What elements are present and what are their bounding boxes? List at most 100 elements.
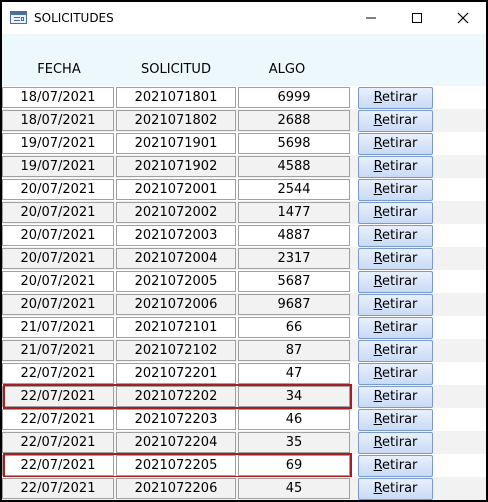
solicitud-field[interactable]: 2021072004 xyxy=(116,248,236,269)
solicitud-field[interactable]: 2021072005 xyxy=(116,271,236,292)
retirar-button[interactable]: Retirar xyxy=(358,432,433,454)
close-icon xyxy=(457,12,469,24)
algo-field[interactable]: 2317 xyxy=(238,248,350,269)
column-header: FECHA SOLICITUD ALGO xyxy=(2,34,486,86)
title-bar[interactable]: SOLICITUDES xyxy=(2,2,486,34)
retirar-button[interactable]: Retirar xyxy=(358,156,433,178)
retirar-button[interactable]: Retirar xyxy=(358,271,433,293)
fecha-field[interactable]: 22/07/2021 xyxy=(2,455,114,476)
retirar-label: etirar xyxy=(382,113,418,128)
solicitud-field[interactable]: 2021072201 xyxy=(116,363,236,384)
solicitud-field[interactable]: 2021072203 xyxy=(116,409,236,430)
solicitud-field[interactable]: 2021071802 xyxy=(116,110,236,131)
table-row: 19/07/2021 2021071901 5698 Retirar xyxy=(2,132,486,155)
fecha-field[interactable]: 22/07/2021 xyxy=(2,478,114,499)
fecha-field[interactable]: 20/07/2021 xyxy=(2,202,114,223)
retirar-button[interactable]: Retirar xyxy=(358,386,433,408)
solicitud-field[interactable]: 2021072101 xyxy=(116,317,236,338)
retirar-accelerator: R xyxy=(373,205,383,220)
retirar-label: etirar xyxy=(382,389,418,404)
algo-field[interactable]: 2688 xyxy=(238,110,350,131)
fecha-field[interactable]: 19/07/2021 xyxy=(2,133,114,154)
retirar-label: etirar xyxy=(382,435,418,450)
algo-field[interactable]: 34 xyxy=(238,386,350,407)
fecha-field[interactable]: 18/07/2021 xyxy=(2,110,114,131)
algo-field[interactable]: 87 xyxy=(238,340,350,361)
table-row: 22/07/2021 2021072205 69 Retirar xyxy=(2,454,486,477)
algo-field[interactable]: 6999 xyxy=(238,87,350,108)
retirar-button[interactable]: Retirar xyxy=(358,110,433,132)
algo-field[interactable]: 5687 xyxy=(238,271,350,292)
table-row: 22/07/2021 2021072202 34 Retirar xyxy=(2,385,486,408)
algo-field[interactable]: 5698 xyxy=(238,133,350,154)
fecha-field[interactable]: 20/07/2021 xyxy=(2,179,114,200)
table-row: 20/07/2021 2021072003 4887 Retirar xyxy=(2,224,486,247)
solicitudes-window: SOLICITUDES FECHA SOLICITUD ALGO 18/07/2… xyxy=(0,0,488,502)
algo-field[interactable]: 9687 xyxy=(238,294,350,315)
algo-field[interactable]: 66 xyxy=(238,317,350,338)
retirar-label: etirar xyxy=(382,228,418,243)
retirar-button[interactable]: Retirar xyxy=(358,248,433,270)
fecha-field[interactable]: 22/07/2021 xyxy=(2,386,114,407)
minimize-button[interactable] xyxy=(348,2,394,34)
maximize-button[interactable] xyxy=(394,2,440,34)
retirar-button[interactable]: Retirar xyxy=(358,133,433,155)
fecha-field[interactable]: 18/07/2021 xyxy=(2,87,114,108)
solicitud-field[interactable]: 2021071801 xyxy=(116,87,236,108)
algo-field[interactable]: 2544 xyxy=(238,179,350,200)
algo-field[interactable]: 47 xyxy=(238,363,350,384)
retirar-button[interactable]: Retirar xyxy=(358,363,433,385)
retirar-accelerator: R xyxy=(373,481,383,496)
retirar-button[interactable]: Retirar xyxy=(358,317,433,339)
solicitud-field[interactable]: 2021072003 xyxy=(116,225,236,246)
retirar-button[interactable]: Retirar xyxy=(358,225,433,247)
solicitud-field[interactable]: 2021071901 xyxy=(116,133,236,154)
retirar-accelerator: R xyxy=(373,136,383,151)
retirar-button[interactable]: Retirar xyxy=(358,455,433,477)
fecha-field[interactable]: 20/07/2021 xyxy=(2,271,114,292)
fecha-field[interactable]: 20/07/2021 xyxy=(2,294,114,315)
solicitud-field[interactable]: 2021072006 xyxy=(116,294,236,315)
close-button[interactable] xyxy=(440,2,486,34)
algo-field[interactable]: 46 xyxy=(238,409,350,430)
retirar-button[interactable]: Retirar xyxy=(358,87,433,109)
solicitud-field[interactable]: 2021072102 xyxy=(116,340,236,361)
algo-field[interactable]: 35 xyxy=(238,432,350,453)
retirar-button[interactable]: Retirar xyxy=(358,179,433,201)
retirar-accelerator: R xyxy=(373,320,383,335)
retirar-label: etirar xyxy=(382,366,418,381)
solicitud-field[interactable]: 2021072002 xyxy=(116,202,236,223)
retirar-accelerator: R xyxy=(373,251,383,266)
fecha-field[interactable]: 22/07/2021 xyxy=(2,432,114,453)
table-row: 18/07/2021 2021071802 2688 Retirar xyxy=(2,109,486,132)
fecha-field[interactable]: 20/07/2021 xyxy=(2,225,114,246)
solicitud-field[interactable]: 2021072204 xyxy=(116,432,236,453)
algo-field[interactable]: 4887 xyxy=(238,225,350,246)
retirar-button[interactable]: Retirar xyxy=(358,409,433,431)
fecha-field[interactable]: 21/07/2021 xyxy=(2,317,114,338)
fecha-field[interactable]: 20/07/2021 xyxy=(2,248,114,269)
retirar-label: etirar xyxy=(382,412,418,427)
fecha-field[interactable]: 21/07/2021 xyxy=(2,340,114,361)
retirar-button[interactable]: Retirar xyxy=(358,294,433,316)
algo-field[interactable]: 69 xyxy=(238,455,350,476)
retirar-accelerator: R xyxy=(373,228,383,243)
algo-field[interactable]: 45 xyxy=(238,478,350,499)
fecha-field[interactable]: 22/07/2021 xyxy=(2,409,114,430)
algo-field[interactable]: 1477 xyxy=(238,202,350,223)
algo-field[interactable]: 4588 xyxy=(238,156,350,177)
solicitud-field[interactable]: 2021072206 xyxy=(116,478,236,499)
solicitud-field[interactable]: 2021072202 xyxy=(116,386,236,407)
solicitud-field[interactable]: 2021071902 xyxy=(116,156,236,177)
solicitud-field[interactable]: 2021072001 xyxy=(116,179,236,200)
fecha-field[interactable]: 22/07/2021 xyxy=(2,363,114,384)
retirar-accelerator: R xyxy=(373,90,383,105)
retirar-label: etirar xyxy=(382,481,418,496)
fecha-field[interactable]: 19/07/2021 xyxy=(2,156,114,177)
solicitud-field[interactable]: 2021072205 xyxy=(116,455,236,476)
retirar-button[interactable]: Retirar xyxy=(358,340,433,362)
retirar-button[interactable]: Retirar xyxy=(358,478,433,500)
retirar-accelerator: R xyxy=(373,389,383,404)
retirar-label: etirar xyxy=(382,136,418,151)
retirar-button[interactable]: Retirar xyxy=(358,202,433,224)
